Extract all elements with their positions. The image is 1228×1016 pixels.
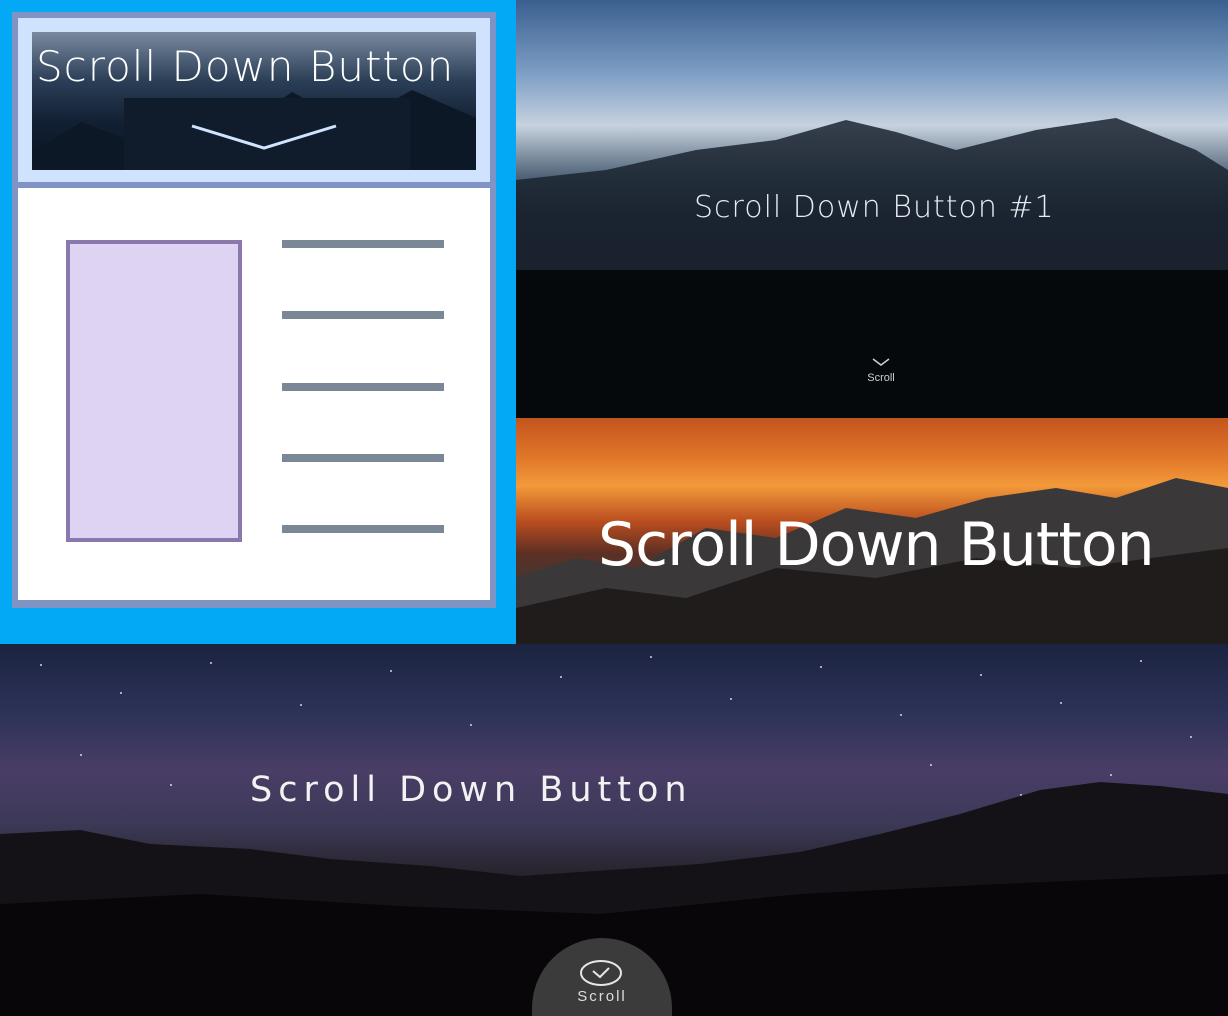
content-line <box>282 525 444 533</box>
illustration-content <box>18 188 490 600</box>
chevron-down-icon <box>872 358 890 366</box>
illustration-tile: Scroll Down Button <box>0 0 516 644</box>
illustration-scroll-area[interactable] <box>124 98 410 170</box>
lake-tile: Scroll Down Button #1 Scroll <box>516 0 1228 418</box>
lake-scroll-button[interactable]: Scroll <box>858 354 904 384</box>
night-title: Scroll Down Button <box>250 770 693 810</box>
chevron-down-icon[interactable] <box>184 118 344 156</box>
lake-scroll-label: Scroll <box>867 372 895 384</box>
illustration-hero-title: Scroll Down Button <box>36 42 455 91</box>
sunset-tile: Scroll Down Button <box>516 418 1228 644</box>
content-line <box>282 454 444 462</box>
sunset-title: Scroll Down Button <box>598 510 1155 580</box>
illustration-hero: Scroll Down Button <box>18 18 490 182</box>
content-line <box>282 311 444 319</box>
night-scroll-label: Scroll <box>577 988 627 1005</box>
chevron-circle-icon <box>580 960 622 986</box>
night-tile: Scroll Down Button Scroll <box>0 644 1228 1016</box>
content-line <box>282 240 444 248</box>
content-line <box>282 383 444 391</box>
lake-title: Scroll Down Button #1 <box>694 190 1055 225</box>
illustration-hero-image: Scroll Down Button <box>32 32 476 170</box>
content-image-placeholder <box>66 240 242 542</box>
